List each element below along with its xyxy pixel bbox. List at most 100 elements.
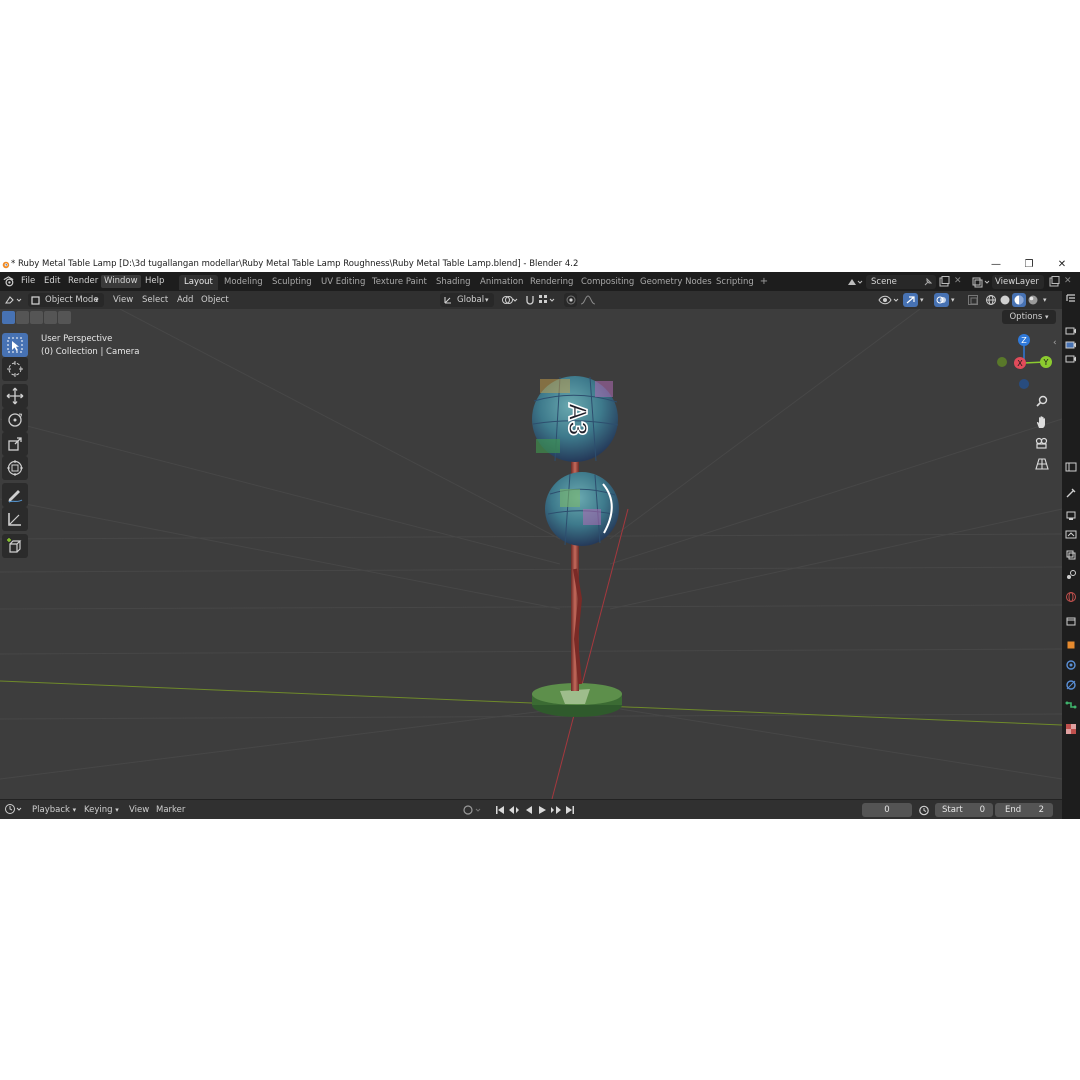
select-invert-button[interactable] <box>44 311 57 324</box>
world-properties-icon[interactable] <box>1065 591 1077 603</box>
tab-rendering[interactable]: Rendering <box>525 275 578 290</box>
material-preview-shading-button[interactable] <box>1012 293 1026 307</box>
measure-tool[interactable] <box>2 507 28 531</box>
play-icon[interactable] <box>539 806 546 814</box>
move-tool[interactable] <box>2 384 28 408</box>
transform-tool[interactable] <box>2 456 28 480</box>
rendered-shading-icon[interactable] <box>1027 294 1039 306</box>
cursor-tool[interactable] <box>2 357 28 381</box>
auto-keying-icon[interactable] <box>462 804 484 816</box>
gizmo-neg-z-handle[interactable] <box>1019 379 1029 389</box>
pivot-point-icon[interactable] <box>500 294 520 306</box>
object-properties-icon[interactable] <box>1065 639 1077 651</box>
menu-timeline-view[interactable]: View <box>129 803 149 817</box>
menu-playback[interactable]: Playback ▾ <box>32 803 76 817</box>
view-layer-field[interactable]: ViewLayer <box>992 275 1044 289</box>
tab-layout[interactable]: Layout <box>179 275 218 290</box>
menu-window[interactable]: Window <box>101 275 141 288</box>
mode-selector[interactable]: Object Mode ▾ <box>28 293 104 307</box>
options-dropdown[interactable]: Options ▾ <box>1002 310 1056 324</box>
rotate-tool[interactable] <box>2 408 28 432</box>
timeline-editor-icon[interactable] <box>4 803 24 815</box>
select-extend-button[interactable] <box>16 311 29 324</box>
tab-compositing[interactable]: Compositing <box>576 275 639 290</box>
menu-help[interactable]: Help <box>142 275 167 288</box>
start-frame-field[interactable]: Start 0 <box>935 803 993 817</box>
select-intersect-button[interactable] <box>58 311 71 324</box>
delete-view-layer-icon[interactable]: ✕ <box>1064 276 1072 286</box>
xray-icon[interactable] <box>967 294 979 306</box>
jump-end-icon[interactable] <box>572 806 575 814</box>
delete-scene-icon[interactable]: ✕ <box>954 276 962 286</box>
transform-orientation-selector[interactable]: Global ▾ <box>440 293 494 307</box>
render-camera-icon[interactable] <box>1065 339 1077 351</box>
editor-type-icon[interactable] <box>4 294 24 306</box>
tool-properties-icon[interactable] <box>1065 487 1077 499</box>
physics-properties-icon[interactable] <box>1065 679 1077 691</box>
scene-field[interactable]: Scene <box>866 275 936 289</box>
render-camera-icon[interactable] <box>1065 325 1077 337</box>
new-scene-icon[interactable] <box>938 276 950 288</box>
navigation-gizmo[interactable]: Z Y X <box>997 334 1052 389</box>
menu-render[interactable]: Render <box>65 275 101 288</box>
preview-range-icon[interactable] <box>918 804 930 816</box>
play-reverse-icon[interactable] <box>526 806 532 814</box>
next-keyframe-icon[interactable] <box>551 806 561 814</box>
menu-edit[interactable]: Edit <box>41 275 63 288</box>
snap-target-icon[interactable] <box>538 294 558 306</box>
menu-file[interactable]: File <box>18 275 38 288</box>
collection-properties-icon[interactable] <box>1065 615 1077 627</box>
view-layer-properties-icon[interactable] <box>1065 549 1077 561</box>
select-subtract-button[interactable] <box>30 311 43 324</box>
view-layer-selector-icon[interactable] <box>971 276 991 288</box>
output-properties-icon[interactable] <box>1065 529 1077 541</box>
annotate-tool[interactable] <box>2 483 28 507</box>
prev-keyframe-icon[interactable] <box>509 806 519 814</box>
tab-geometry-nodes[interactable]: Geometry Nodes <box>635 275 717 290</box>
chevron-down-icon[interactable]: ▾ <box>920 293 924 307</box>
pin-icon[interactable] <box>924 278 932 286</box>
visibility-icon[interactable] <box>878 294 900 306</box>
restore-button[interactable]: ❐ <box>1019 257 1039 272</box>
solid-shading-icon[interactable] <box>999 294 1011 306</box>
menu-view[interactable]: View <box>113 293 133 307</box>
lamp-sphere-lower[interactable] <box>545 472 619 546</box>
tab-modeling[interactable]: Modeling <box>219 275 268 290</box>
scene-properties-icon[interactable] <box>1065 569 1077 581</box>
gizmo-neg-y-handle[interactable] <box>997 357 1007 367</box>
sidebar-toggle-icon[interactable]: ‹ <box>1053 338 1057 348</box>
tab-shading[interactable]: Shading <box>431 275 476 290</box>
wireframe-shading-icon[interactable] <box>985 294 997 306</box>
render-camera-icon[interactable] <box>1065 353 1077 365</box>
jump-start-icon[interactable] <box>496 806 498 814</box>
add-workspace-button[interactable]: + <box>758 275 770 288</box>
menu-object[interactable]: Object <box>201 293 229 307</box>
tab-uv-editing[interactable]: UV Editing <box>316 275 370 290</box>
scale-tool[interactable] <box>2 432 28 456</box>
pan-button[interactable] <box>1032 412 1052 432</box>
falloff-icon[interactable] <box>580 294 598 306</box>
blender-logo-icon[interactable] <box>2 275 15 288</box>
select-box-tool[interactable] <box>2 333 28 357</box>
tab-animation[interactable]: Animation <box>475 275 528 290</box>
render-properties-icon[interactable] <box>1065 509 1077 521</box>
scene-selector-icon[interactable] <box>846 276 864 288</box>
chevron-down-icon[interactable]: ▾ <box>951 293 955 307</box>
menu-keying[interactable]: Keying ▾ <box>84 803 119 817</box>
minimize-button[interactable]: — <box>986 257 1006 272</box>
zoom-button[interactable] <box>1032 391 1052 411</box>
select-new-button[interactable] <box>2 311 15 324</box>
add-cube-tool[interactable] <box>2 534 28 558</box>
modifier-properties-icon[interactable] <box>1065 659 1077 671</box>
close-button[interactable]: ✕ <box>1052 257 1072 272</box>
tab-sculpting[interactable]: Sculpting <box>267 275 317 290</box>
jump-end-icon[interactable] <box>566 806 572 814</box>
3d-viewport[interactable]: A3 Z Y X User Perspective (0) Collection… <box>0 309 1062 799</box>
toggle-perspective-button[interactable] <box>1032 454 1052 474</box>
gizmos-toggle[interactable] <box>903 293 918 307</box>
properties-editor-icon[interactable] <box>1065 461 1077 473</box>
new-view-layer-icon[interactable] <box>1048 276 1060 288</box>
current-frame-field[interactable]: 0 <box>862 803 912 817</box>
jump-start-icon[interactable] <box>498 806 504 814</box>
camera-view-button[interactable] <box>1032 433 1052 453</box>
